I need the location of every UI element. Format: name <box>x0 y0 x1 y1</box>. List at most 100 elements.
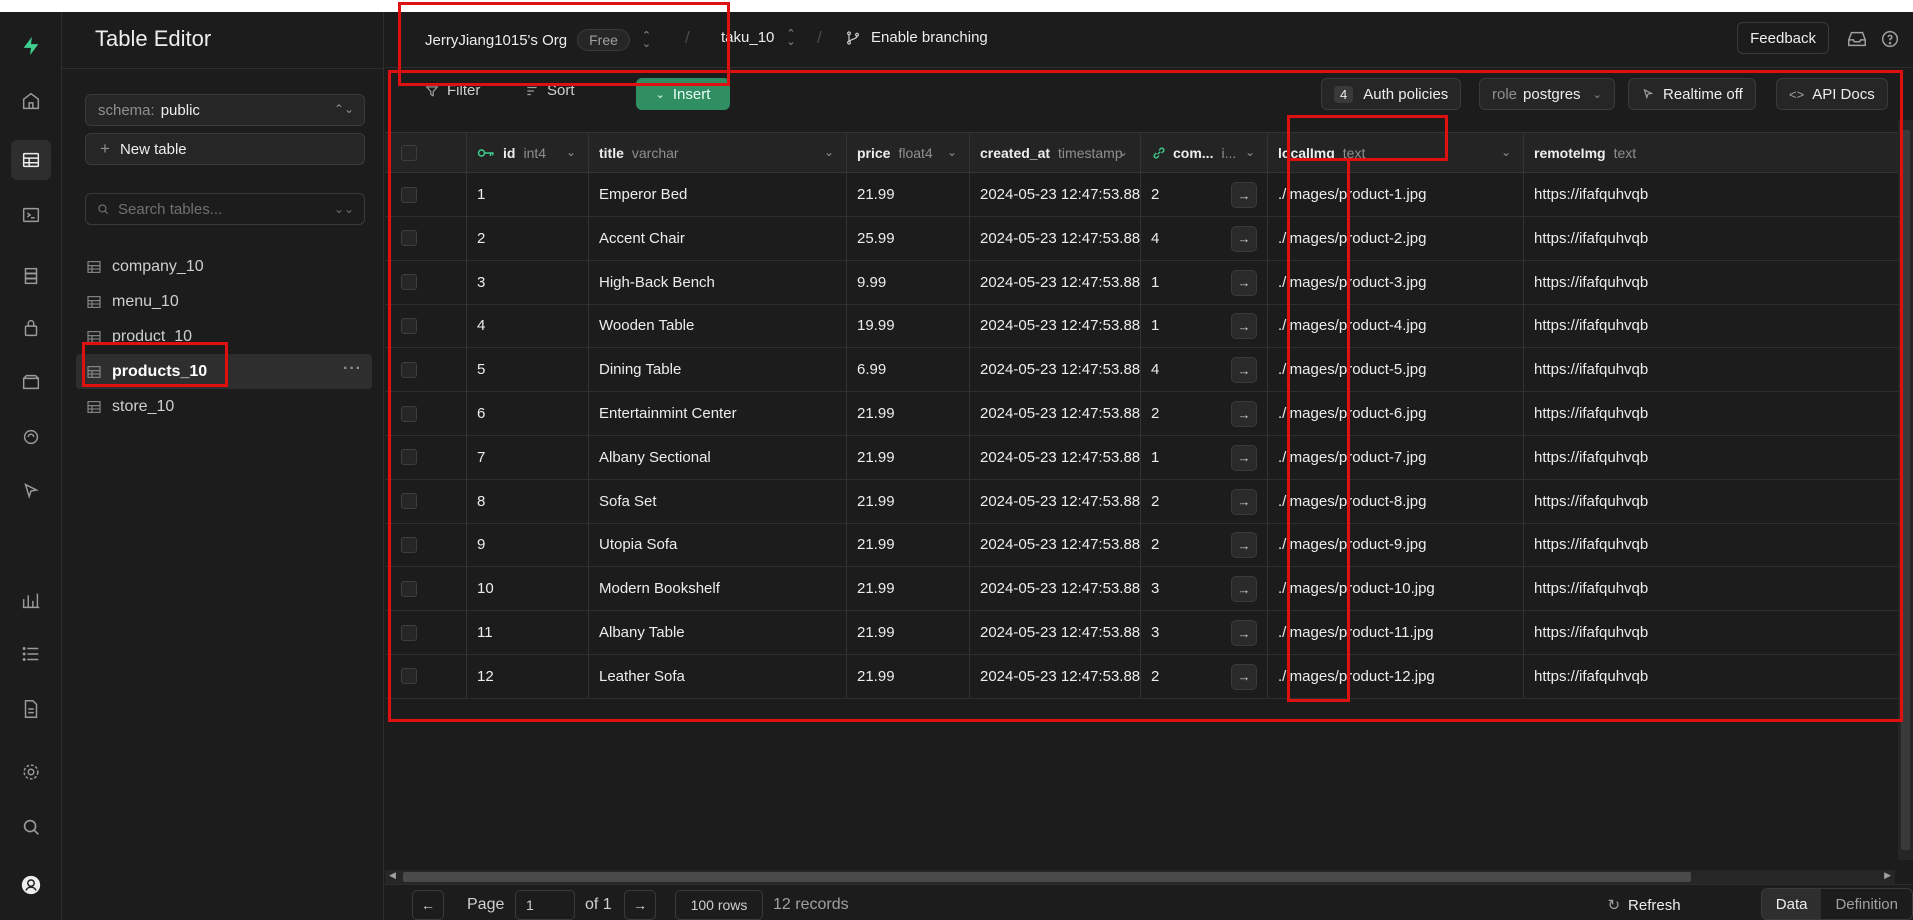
cell-localimg[interactable]: ./images/product-5.jpg <box>1268 348 1524 392</box>
cell-price[interactable]: 21.99 <box>847 392 970 435</box>
insert-button[interactable]: ⌄ Insert <box>636 78 730 110</box>
page-number-input[interactable]: 1 <box>515 890 575 920</box>
cell-price[interactable]: 19.99 <box>847 304 970 348</box>
table-editor-icon[interactable] <box>11 140 51 180</box>
tab-definition[interactable]: Definition <box>1821 889 1912 919</box>
table-row[interactable]: 12 Leather Sofa 21.99 2024-05-23 12:47:53.8… <box>385 654 1913 699</box>
cell-remoteimg[interactable]: https://ifafquhvqb <box>1524 480 1913 523</box>
table-row[interactable]: 3 High-Back Bench 9.99 2024-05-23 12:47:53.… <box>385 260 1913 305</box>
cell-created-at[interactable]: 2024-05-23 12:47:53.881282 <box>970 392 1141 435</box>
next-page-button[interactable]: → <box>624 890 656 920</box>
cell-price[interactable]: 21.99 <box>847 611 970 654</box>
cell-price[interactable]: 25.99 <box>847 216 970 260</box>
chevron-down-icon[interactable]: ⌄ <box>1501 145 1511 159</box>
cell-created-at[interactable]: 2024-05-23 12:47:53.881282 <box>970 216 1141 260</box>
filter-icon[interactable]: ⌄⌄ <box>334 202 354 216</box>
arrow-right-icon[interactable]: → <box>1231 488 1257 515</box>
cell-id[interactable]: 10 <box>467 567 589 611</box>
column-header-created-at[interactable]: created_at timestamp ⌄ <box>970 133 1141 172</box>
column-header-remoteimg[interactable]: remoteImg text <box>1524 133 1913 172</box>
row-checkbox[interactable] <box>401 580 417 597</box>
cell-price[interactable]: 9.99 <box>847 260 970 304</box>
cell-title[interactable]: Modern Bookshelf <box>589 567 847 611</box>
arrow-right-icon[interactable]: → <box>1231 444 1257 471</box>
table-row[interactable]: 1 Emperor Bed 21.99 2024-05-23 12:47:53.881… <box>385 173 1913 217</box>
api-docs-button[interactable]: <> API Docs <box>1776 78 1888 110</box>
row-checkbox[interactable] <box>401 274 417 291</box>
cell-price[interactable]: 21.99 <box>847 479 970 523</box>
arrow-right-icon[interactable]: → <box>1231 269 1257 296</box>
row-checkbox[interactable] <box>401 449 417 466</box>
supabase-logo-icon[interactable] <box>11 26 51 66</box>
cell-localimg[interactable]: ./images/product-3.jpg <box>1268 260 1524 304</box>
cell-com[interactable]: 2 → <box>1141 392 1268 435</box>
cell-title[interactable]: High-Back Bench <box>589 260 847 304</box>
auth-lock-icon[interactable] <box>11 308 51 348</box>
sidebar-item-store-10[interactable]: store_10 <box>76 389 372 424</box>
cell-localimg[interactable]: ./images/product-6.jpg <box>1268 392 1524 435</box>
sql-editor-icon[interactable] <box>11 195 51 235</box>
cell-localimg[interactable]: ./images/product-1.jpg <box>1268 173 1524 216</box>
cell-com[interactable]: 1 → <box>1141 260 1268 304</box>
schema-select[interactable]: schema: public ⌃⌄ <box>85 94 365 126</box>
arrow-right-icon[interactable]: → <box>1231 620 1257 646</box>
cell-com[interactable]: 4 → <box>1141 216 1268 260</box>
cell-id[interactable]: 12 <box>467 654 589 698</box>
cell-id[interactable]: 1 <box>467 173 589 216</box>
edge-functions-icon[interactable] <box>11 417 51 457</box>
more-options-icon[interactable]: ··· <box>343 360 362 378</box>
logs-icon[interactable] <box>11 634 51 674</box>
cell-price[interactable]: 21.99 <box>847 173 970 216</box>
cell-remoteimg[interactable]: https://ifafquhvqb <box>1524 436 1913 479</box>
table-row[interactable]: 4 Wooden Table 19.99 2024-05-23 12:47:53.88… <box>385 304 1913 349</box>
cell-remoteimg[interactable]: https://ifafquhvqb <box>1524 217 1913 260</box>
horizontal-scrollbar[interactable]: ◀ ▶ <box>385 870 1895 884</box>
arrow-right-icon[interactable]: → <box>1231 576 1257 603</box>
select-all-checkbox[interactable] <box>401 144 417 161</box>
cell-id[interactable]: 8 <box>467 479 589 523</box>
org-selector[interactable]: JerryJiang1015's Org Free ⌃ ⌄ <box>425 29 651 51</box>
cell-localimg[interactable]: ./images/product-4.jpg <box>1268 304 1524 348</box>
storage-icon[interactable] <box>11 362 51 402</box>
row-checkbox[interactable] <box>401 405 417 422</box>
cell-title[interactable]: Accent Chair <box>589 216 847 260</box>
chevron-down-icon[interactable]: ⌄ <box>1245 145 1255 159</box>
cell-remoteimg[interactable]: https://ifafquhvqb <box>1524 523 1913 566</box>
cell-remoteimg[interactable]: https://ifafquhvqb <box>1524 567 1913 610</box>
user-avatar[interactable] <box>11 865 51 905</box>
rows-per-page-button[interactable]: 100 rows <box>675 890 763 920</box>
row-checkbox[interactable] <box>401 317 417 334</box>
column-header-foreign-key[interactable]: com... i... ⌄ <box>1141 133 1268 172</box>
row-checkbox[interactable] <box>401 230 417 247</box>
cell-com[interactable]: 3 → <box>1141 611 1268 654</box>
home-icon[interactable] <box>11 81 51 121</box>
table-row[interactable]: 10 Modern Bookshelf 21.99 2024-05-23 12:47:… <box>385 567 1913 612</box>
cell-localimg[interactable]: ./images/product-10.jpg <box>1268 567 1524 611</box>
cell-localimg[interactable]: ./images/product-2.jpg <box>1268 216 1524 260</box>
table-row[interactable]: 7 Albany Sectional 21.99 2024-05-23 12:47:5… <box>385 435 1913 480</box>
cell-remoteimg[interactable]: https://ifafquhvqb <box>1524 611 1913 654</box>
chevron-down-icon[interactable]: ⌄ <box>1118 145 1128 159</box>
cell-title[interactable]: Emperor Bed <box>589 173 847 216</box>
cell-title[interactable]: Dining Table <box>589 348 847 392</box>
cell-id[interactable]: 9 <box>467 523 589 567</box>
sidebar-item-menu-10[interactable]: menu_10 <box>76 284 372 319</box>
cell-remoteimg[interactable]: https://ifafquhvqb <box>1524 173 1913 216</box>
sidebar-item-company-10[interactable]: company_10 <box>76 249 372 284</box>
arrow-right-icon[interactable]: → <box>1231 357 1257 384</box>
scrollbar-thumb[interactable] <box>403 872 1691 882</box>
table-row[interactable]: 5 Dining Table 6.99 2024-05-23 12:47:53.881… <box>385 348 1913 393</box>
search-icon[interactable] <box>11 807 51 847</box>
filter-button[interactable]: Filter <box>425 82 480 99</box>
cell-created-at[interactable]: 2024-05-23 12:47:53.881282 <box>970 654 1141 698</box>
cell-remoteimg[interactable]: https://ifafquhvqb <box>1524 304 1913 347</box>
column-header-title[interactable]: title varchar ⌄ <box>589 133 847 172</box>
sidebar-item-product-10[interactable]: product_10 <box>76 319 372 354</box>
cell-created-at[interactable]: 2024-05-23 12:47:53.881282 <box>970 523 1141 567</box>
arrow-right-icon[interactable]: → <box>1231 401 1257 427</box>
cell-created-at[interactable]: 2024-05-23 12:47:53.881282 <box>970 567 1141 611</box>
role-select[interactable]: role postgres ⌄ <box>1479 78 1615 110</box>
feedback-button[interactable]: Feedback <box>1737 22 1829 54</box>
sidebar-item-products-10[interactable]: products_10 ··· <box>76 354 372 389</box>
cell-title[interactable]: Leather Sofa <box>589 654 847 698</box>
